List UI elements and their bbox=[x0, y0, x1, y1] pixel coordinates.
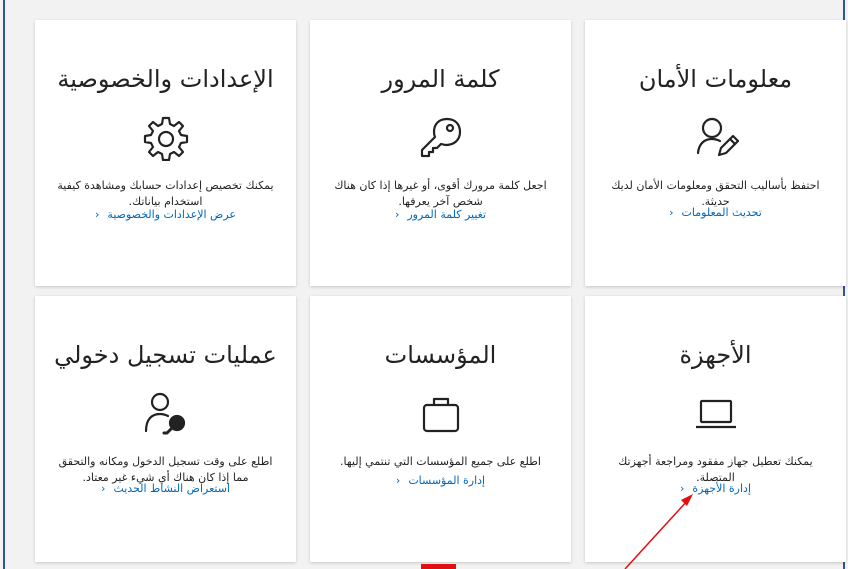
card-link-label: إدارة الأجهزة bbox=[692, 482, 752, 495]
user-key-icon bbox=[143, 391, 189, 437]
chevron-icon: ‹ bbox=[95, 208, 100, 221]
card-title: الإعدادات والخصوصية bbox=[57, 65, 274, 93]
card-title: الأجهزة bbox=[679, 341, 752, 369]
settings-privacy-card: الإعدادات والخصوصية يمكنك تخصيص إعدادات … bbox=[35, 20, 296, 286]
card-link-label: إدارة المؤسسات bbox=[408, 474, 486, 487]
card-description: اجعل كلمة مرورك أقوى، أو غيرها إذا كان ه… bbox=[334, 179, 547, 208]
card-description: اطلع على جميع المؤسسات التي تنتمي إليها. bbox=[340, 455, 541, 468]
card-title: عمليات تسجيل دخولي bbox=[54, 341, 277, 369]
card-link-label: استعراض النشاط الحديث bbox=[113, 482, 230, 495]
password-card: كلمة المرور اجعل كلمة مرورك أقوى، أو غير… bbox=[310, 20, 571, 286]
security-info-card: معلومات الأمان احتفظ بأساليب التحقق ومعل… bbox=[585, 20, 846, 286]
key-icon bbox=[418, 115, 464, 161]
review-recent-activity-link[interactable]: استعراض النشاط الحديث ‹ bbox=[35, 482, 296, 495]
gear-icon bbox=[143, 115, 189, 162]
card-link-label: تحديث المعلومات bbox=[681, 206, 762, 219]
manage-organizations-link[interactable]: إدارة المؤسسات ‹ bbox=[310, 474, 571, 487]
card-title: المؤسسات bbox=[384, 341, 497, 369]
laptop-icon bbox=[693, 391, 739, 437]
chevron-icon: ‹ bbox=[395, 474, 401, 487]
account-page: معلومات الأمان احتفظ بأساليب التحقق ومعل… bbox=[3, 0, 846, 569]
annotation-marker bbox=[421, 564, 456, 569]
card-description: يمكنك تخصيص إعدادات حسابك ومشاهدة كيفية … bbox=[57, 179, 274, 208]
card-title: معلومات الأمان bbox=[638, 65, 793, 93]
chevron-icon: ‹ bbox=[394, 208, 400, 221]
view-settings-privacy-link[interactable]: عرض الإعدادات والخصوصية ‹ bbox=[35, 208, 296, 221]
chevron-icon: ‹ bbox=[101, 482, 106, 495]
devices-card: الأجهزة يمكنك تعطيل جهاز مفقود ومراجعة أ… bbox=[585, 296, 846, 562]
manage-devices-link[interactable]: إدارة الأجهزة ‹ bbox=[585, 482, 846, 495]
chevron-icon: ‹ bbox=[679, 482, 685, 495]
organizations-card: المؤسسات اطلع على جميع المؤسسات التي تنت… bbox=[310, 296, 571, 562]
card-title: كلمة المرور bbox=[381, 65, 500, 93]
card-link-label: تغيير كلمة المرور bbox=[407, 208, 487, 221]
chevron-icon: ‹ bbox=[669, 206, 674, 219]
card-link-label: عرض الإعدادات والخصوصية bbox=[107, 208, 236, 221]
user-edit-icon bbox=[693, 115, 739, 161]
update-info-link[interactable]: تحديث المعلومات ‹ bbox=[585, 206, 846, 219]
change-password-link[interactable]: تغيير كلمة المرور ‹ bbox=[310, 208, 571, 221]
my-sign-ins-card: عمليات تسجيل دخولي اطلع على وقت تسجيل ال… bbox=[35, 296, 296, 562]
briefcase-icon bbox=[418, 391, 464, 437]
